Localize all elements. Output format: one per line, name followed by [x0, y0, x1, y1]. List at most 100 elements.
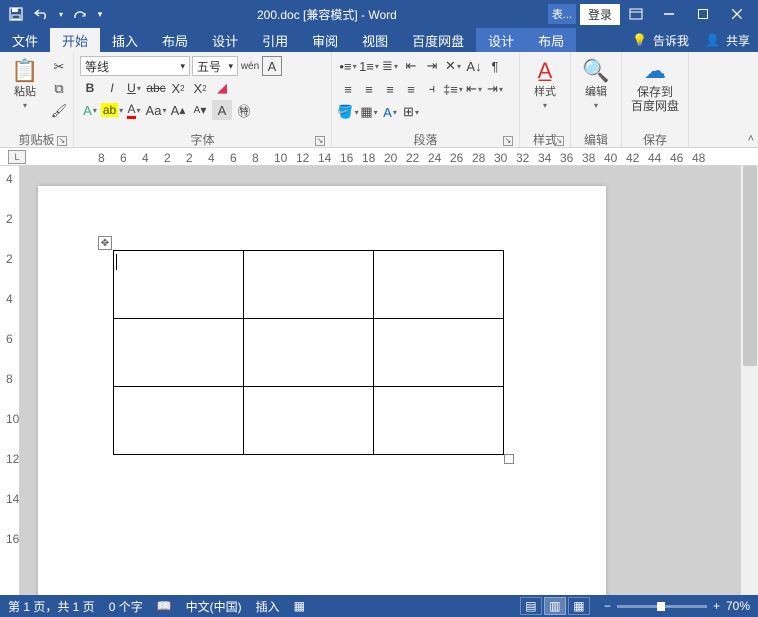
cut-button[interactable]: ✂ — [50, 58, 68, 76]
font-color-button[interactable]: A — [124, 100, 144, 120]
tab-design[interactable]: 设计 — [200, 28, 250, 52]
line-spacing-button[interactable]: ‡≡ — [443, 79, 463, 99]
char-shading-button[interactable]: A — [212, 100, 232, 120]
table-cell[interactable] — [114, 387, 244, 455]
table-cell[interactable] — [374, 319, 504, 387]
table-cell[interactable] — [114, 251, 244, 319]
zoom-knob[interactable] — [657, 602, 665, 611]
italic-button[interactable]: I — [102, 78, 122, 98]
font-size-combo[interactable]: 五号▾ — [192, 56, 238, 76]
minimize-button[interactable] — [652, 0, 686, 28]
table-cell[interactable] — [374, 251, 504, 319]
vertical-scrollbar[interactable] — [740, 166, 758, 595]
indent-left-button[interactable]: ⇤ — [464, 79, 484, 99]
insert-mode[interactable]: 插入 — [256, 598, 280, 615]
table-move-handle[interactable]: ✥ — [98, 236, 112, 250]
indent-right-button[interactable]: ⇥ — [485, 79, 505, 99]
tab-table-layout[interactable]: 布局 — [526, 28, 576, 52]
scrollbar-thumb[interactable] — [743, 166, 757, 366]
align-left-button[interactable]: ≡ — [338, 79, 358, 99]
tab-baidu[interactable]: 百度网盘 — [400, 28, 476, 52]
table-row[interactable] — [114, 251, 504, 319]
document-canvas[interactable]: ✥ — [20, 166, 740, 595]
format-painter-button[interactable]: 🖌 — [50, 102, 68, 120]
language-indicator[interactable]: 中文(中国) — [186, 598, 242, 615]
zoom-in-button[interactable]: + — [713, 599, 720, 613]
vertical-ruler[interactable]: 42246810121416 — [0, 166, 20, 595]
increase-indent-button[interactable]: ⇥ — [422, 56, 442, 76]
asian-layout-button[interactable]: ✕ — [443, 56, 463, 76]
table-cell[interactable] — [374, 387, 504, 455]
undo-dropdown-icon[interactable]: ▾ — [56, 2, 66, 26]
clipboard-launcher-icon[interactable]: ↘ — [57, 136, 67, 146]
print-layout-button[interactable]: ▥ — [544, 597, 566, 615]
collapse-ribbon-button[interactable]: ˄ — [748, 133, 754, 145]
tab-file[interactable]: 文件 — [0, 28, 50, 52]
highlight-button[interactable]: ab — [102, 100, 122, 120]
zoom-slider[interactable] — [617, 605, 707, 608]
tab-insert[interactable]: 插入 — [100, 28, 150, 52]
macro-icon[interactable]: ▦ — [294, 599, 305, 613]
ribbon-options-icon[interactable] — [624, 2, 648, 26]
phonetic-guide-button[interactable]: wén — [240, 56, 260, 76]
zoom-out-button[interactable]: − — [604, 599, 611, 613]
tell-me-button[interactable]: 告诉我 — [653, 32, 689, 49]
redo-icon[interactable] — [68, 2, 92, 26]
tab-home[interactable]: 开始 — [50, 28, 100, 52]
show-marks-button[interactable]: ¶ — [485, 56, 505, 76]
document-table[interactable] — [113, 250, 504, 455]
bold-button[interactable]: B — [80, 78, 100, 98]
tab-layout[interactable]: 布局 — [150, 28, 200, 52]
clear-formatting-button[interactable]: ◢ — [212, 78, 232, 98]
align-center-button[interactable]: ≡ — [359, 79, 379, 99]
word-count[interactable]: 0 个字 — [109, 598, 143, 615]
read-mode-button[interactable]: ▤ — [520, 597, 542, 615]
shrink-font-button[interactable]: A▾ — [190, 100, 210, 120]
numbering-button[interactable]: 1≡ — [359, 56, 379, 76]
maximize-button[interactable] — [686, 0, 720, 28]
borders-button[interactable]: ▦ — [359, 102, 379, 122]
qat-customize-icon[interactable]: ▾ — [94, 2, 106, 26]
tab-table-design[interactable]: 设计 — [476, 28, 526, 52]
styles-launcher-icon[interactable]: ↘ — [554, 136, 564, 146]
paste-button[interactable]: 📋 粘贴 ▾ — [4, 54, 46, 110]
share-button[interactable]: 共享 — [726, 32, 750, 49]
tab-view[interactable]: 视图 — [350, 28, 400, 52]
justify-button[interactable]: ≡ — [401, 79, 421, 99]
horizontal-ruler[interactable]: 8642246810121416182022242628303234363840… — [98, 149, 758, 165]
bullets-button[interactable]: •≡ — [338, 56, 358, 76]
save-icon[interactable] — [4, 2, 28, 26]
table-resize-handle[interactable] — [504, 454, 514, 464]
close-button[interactable] — [720, 0, 754, 28]
character-border-button[interactable]: A — [262, 56, 282, 76]
web-layout-button[interactable]: ▦ — [568, 597, 590, 615]
change-case-button[interactable]: Aa — [146, 100, 166, 120]
enclose-char-button[interactable]: ㊕ — [234, 100, 254, 120]
align-right-button[interactable]: ≡ — [380, 79, 400, 99]
font-name-combo[interactable]: 等线▾ — [80, 56, 190, 76]
login-button[interactable]: 登录 — [580, 4, 620, 25]
sort-button[interactable]: A↓ — [464, 56, 484, 76]
subscript-button[interactable]: X2 — [168, 78, 188, 98]
styles-button[interactable]: A̲ 样式 ▾ — [524, 54, 566, 110]
copy-button[interactable]: ⧉ — [50, 80, 68, 98]
paragraph-launcher-icon[interactable]: ↘ — [503, 136, 513, 146]
spellcheck-icon[interactable]: 📖 — [157, 599, 172, 613]
strikethrough-button[interactable]: abc — [146, 78, 166, 98]
table-row[interactable] — [114, 319, 504, 387]
text-direction-button[interactable]: A — [380, 102, 400, 122]
distribute-button[interactable]: ⫞ — [422, 79, 442, 99]
decrease-indent-button[interactable]: ⇤ — [401, 56, 421, 76]
tab-references[interactable]: 引用 — [250, 28, 300, 52]
save-to-cloud-button[interactable]: ☁ 保存到百度网盘 — [626, 54, 684, 114]
grow-font-button[interactable]: A▴ — [168, 100, 188, 120]
tab-review[interactable]: 审阅 — [300, 28, 350, 52]
zoom-level[interactable]: 70% — [726, 599, 750, 613]
table-cell[interactable] — [114, 319, 244, 387]
undo-icon[interactable] — [30, 2, 54, 26]
superscript-button[interactable]: X2 — [190, 78, 210, 98]
table-cell[interactable] — [244, 251, 374, 319]
font-launcher-icon[interactable]: ↘ — [315, 136, 325, 146]
text-effects-button[interactable]: A — [80, 100, 100, 120]
table-cell[interactable] — [244, 387, 374, 455]
